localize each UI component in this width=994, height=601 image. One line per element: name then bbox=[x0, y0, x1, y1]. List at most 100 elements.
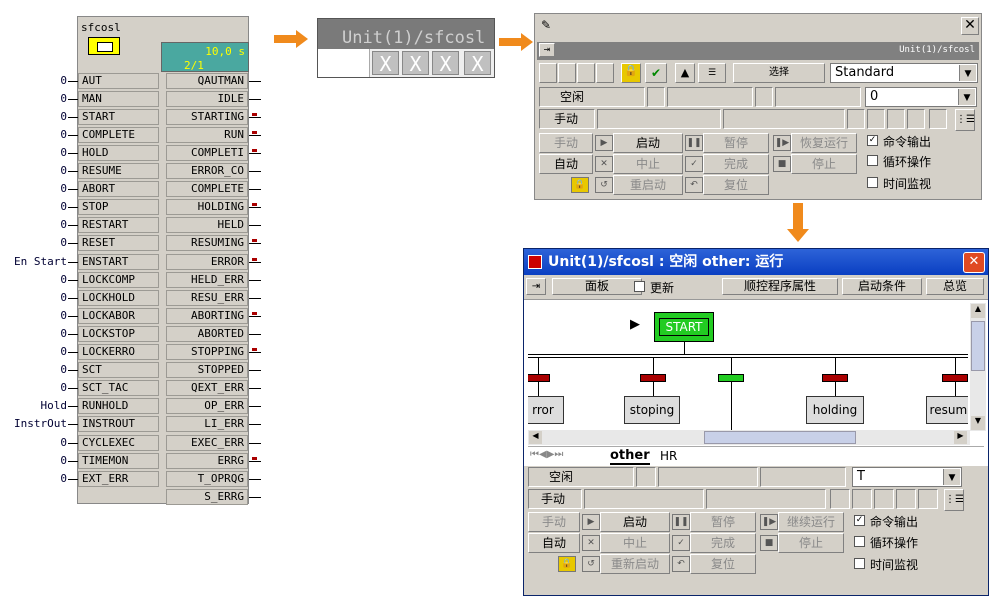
trend-icon[interactable]: ☰ bbox=[698, 63, 726, 83]
tab-other[interactable]: other bbox=[610, 448, 650, 465]
output-pin[interactable]: COMPLETI bbox=[166, 145, 248, 161]
tab-hr[interactable]: HR bbox=[660, 449, 677, 463]
input-pin[interactable]: LOCKABOR bbox=[78, 308, 159, 324]
resume-button[interactable]: 恢复运行 bbox=[791, 133, 857, 153]
input-pin[interactable]: INSTROUT bbox=[78, 416, 159, 432]
block-icon-button[interactable]: X bbox=[402, 51, 429, 76]
output-pin[interactable]: STARTING bbox=[166, 109, 248, 125]
output-pin[interactable]: RESUMING bbox=[166, 235, 248, 251]
scroll-down-icon[interactable]: ▼ bbox=[971, 416, 985, 430]
input-pin[interactable]: LOCKHOLD bbox=[78, 290, 159, 306]
output-pin[interactable]: ABORTING bbox=[166, 308, 248, 324]
input-pin[interactable]: SCT_TAC bbox=[78, 380, 159, 396]
pause-button[interactable]: 暂停 bbox=[703, 133, 769, 153]
list-icon[interactable]: ⋮☰ bbox=[944, 489, 964, 511]
toolbar-button[interactable] bbox=[539, 63, 557, 83]
output-pin[interactable]: COMPLETE bbox=[166, 181, 248, 197]
output-pin[interactable]: LI_ERR bbox=[166, 416, 248, 432]
output-pin[interactable]: S_ERRG bbox=[166, 489, 248, 505]
vertical-scroll-thumb[interactable] bbox=[971, 321, 985, 371]
output-pin[interactable]: IDLE bbox=[166, 91, 248, 107]
abort-button[interactable]: 中止 bbox=[600, 533, 670, 553]
output-pin[interactable]: ERROR_CO bbox=[166, 163, 248, 179]
output-pin[interactable]: ABORTED bbox=[166, 326, 248, 342]
time-monitor-checkbox[interactable] bbox=[867, 177, 878, 188]
input-pin[interactable]: TIMEMON bbox=[78, 453, 159, 469]
input-pin[interactable]: EXT_ERR bbox=[78, 471, 159, 487]
overview-button[interactable]: 总览 bbox=[926, 278, 984, 295]
scroll-right-icon[interactable]: ▶ bbox=[954, 431, 967, 444]
input-pin[interactable]: RESET bbox=[78, 235, 159, 251]
start-step[interactable]: START bbox=[654, 312, 714, 342]
complete-button[interactable]: 完成 bbox=[690, 533, 756, 553]
output-pin[interactable]: ERRG bbox=[166, 453, 248, 469]
cyclic-operation-checkbox[interactable] bbox=[854, 536, 865, 547]
auto-button[interactable]: 自动 bbox=[539, 154, 593, 174]
output-pin[interactable]: HOLDING bbox=[166, 199, 248, 215]
select-button[interactable]: 选择 bbox=[733, 63, 825, 83]
start-button[interactable]: 启动 bbox=[600, 512, 670, 532]
output-pin[interactable]: HELD_ERR bbox=[166, 272, 248, 288]
block-icon-faceplate[interactable]: Unit(1)/sfcosl X X X X bbox=[317, 18, 495, 78]
start-button[interactable]: 启动 bbox=[613, 133, 683, 153]
input-pin[interactable]: MAN bbox=[78, 91, 159, 107]
input-pin[interactable]: LOCKCOMP bbox=[78, 272, 159, 288]
horizontal-scrollbar[interactable]: ◀ ▶ bbox=[528, 430, 970, 445]
input-pin[interactable]: ABORT bbox=[78, 181, 159, 197]
block-icon-button[interactable]: X bbox=[432, 51, 459, 76]
close-button[interactable]: ✕ bbox=[963, 252, 985, 273]
output-pin[interactable]: QEXT_ERR bbox=[166, 380, 248, 396]
input-pin[interactable]: LOCKERRO bbox=[78, 344, 159, 360]
scroll-up-icon[interactable]: ▲ bbox=[971, 304, 985, 318]
start-condition-button[interactable]: 启动条件 bbox=[842, 278, 922, 295]
check-icon[interactable]: ✔ bbox=[645, 63, 667, 83]
reset-button[interactable]: 复位 bbox=[703, 175, 769, 195]
output-pin[interactable]: STOPPED bbox=[166, 362, 248, 378]
input-pin[interactable]: SCT bbox=[78, 362, 159, 378]
output-pin[interactable]: OP_ERR bbox=[166, 398, 248, 414]
output-pin[interactable]: QAUTMAN bbox=[166, 73, 248, 89]
pin-button[interactable]: ⇥ bbox=[526, 278, 546, 295]
input-pin[interactable]: RESTART bbox=[78, 217, 159, 233]
step-holding[interactable]: holding bbox=[806, 396, 864, 424]
command-output-checkbox[interactable]: ✓ bbox=[854, 515, 865, 526]
restart-button[interactable]: 重新启动 bbox=[600, 554, 670, 574]
cyclic-operation-checkbox[interactable] bbox=[867, 155, 878, 166]
input-pin[interactable]: STOP bbox=[78, 199, 159, 215]
close-button[interactable]: ✕ bbox=[961, 17, 979, 35]
block-icon-button[interactable]: X bbox=[372, 51, 399, 76]
toolbar-button[interactable] bbox=[596, 63, 614, 83]
scroll-left-icon[interactable]: ◀ bbox=[529, 431, 542, 444]
restart-button[interactable]: 重启动 bbox=[613, 175, 683, 195]
toolbar-button[interactable] bbox=[558, 63, 576, 83]
manual-button[interactable]: 手动 bbox=[539, 133, 593, 153]
step-select[interactable]: 0 ▼ bbox=[865, 87, 977, 107]
lock-icon[interactable]: 🔒 bbox=[621, 63, 641, 83]
bell-icon[interactable]: ▲ bbox=[675, 63, 695, 83]
block-icon-button[interactable]: X bbox=[464, 51, 491, 76]
output-pin[interactable]: HELD bbox=[166, 217, 248, 233]
input-pin[interactable]: AUT bbox=[78, 73, 159, 89]
seq-properties-button[interactable]: 顺控程序属性 bbox=[722, 278, 838, 295]
input-pin[interactable]: LOCKSTOP bbox=[78, 326, 159, 342]
input-pin[interactable]: HOLD bbox=[78, 145, 159, 161]
output-pin[interactable]: RUN bbox=[166, 127, 248, 143]
complete-button[interactable]: 完成 bbox=[703, 154, 769, 174]
pin-button[interactable]: ⇥ bbox=[539, 43, 555, 57]
input-pin[interactable]: CYCLEXEC bbox=[78, 435, 159, 451]
output-pin[interactable]: ERROR bbox=[166, 254, 248, 270]
auto-button[interactable]: 自动 bbox=[528, 533, 580, 553]
stop-button[interactable]: 停止 bbox=[778, 533, 844, 553]
abort-button[interactable]: 中止 bbox=[613, 154, 683, 174]
tab-nav-icon[interactable]: ⏮◀▶⏭ bbox=[530, 449, 563, 460]
pause-button[interactable]: 暂停 bbox=[690, 512, 756, 532]
stop-button[interactable]: 停止 bbox=[791, 154, 857, 174]
panel-button[interactable]: 面板 bbox=[552, 278, 642, 295]
output-pin[interactable]: EXEC_ERR bbox=[166, 435, 248, 451]
output-pin[interactable]: RESU_ERR bbox=[166, 290, 248, 306]
view-select[interactable]: Standard ▼ bbox=[830, 63, 978, 83]
step-resuming[interactable]: resumi bbox=[926, 396, 968, 424]
input-pin[interactable]: START bbox=[78, 109, 159, 125]
command-output-checkbox[interactable]: ✓ bbox=[867, 135, 878, 146]
resume-button[interactable]: 继续运行 bbox=[778, 512, 844, 532]
